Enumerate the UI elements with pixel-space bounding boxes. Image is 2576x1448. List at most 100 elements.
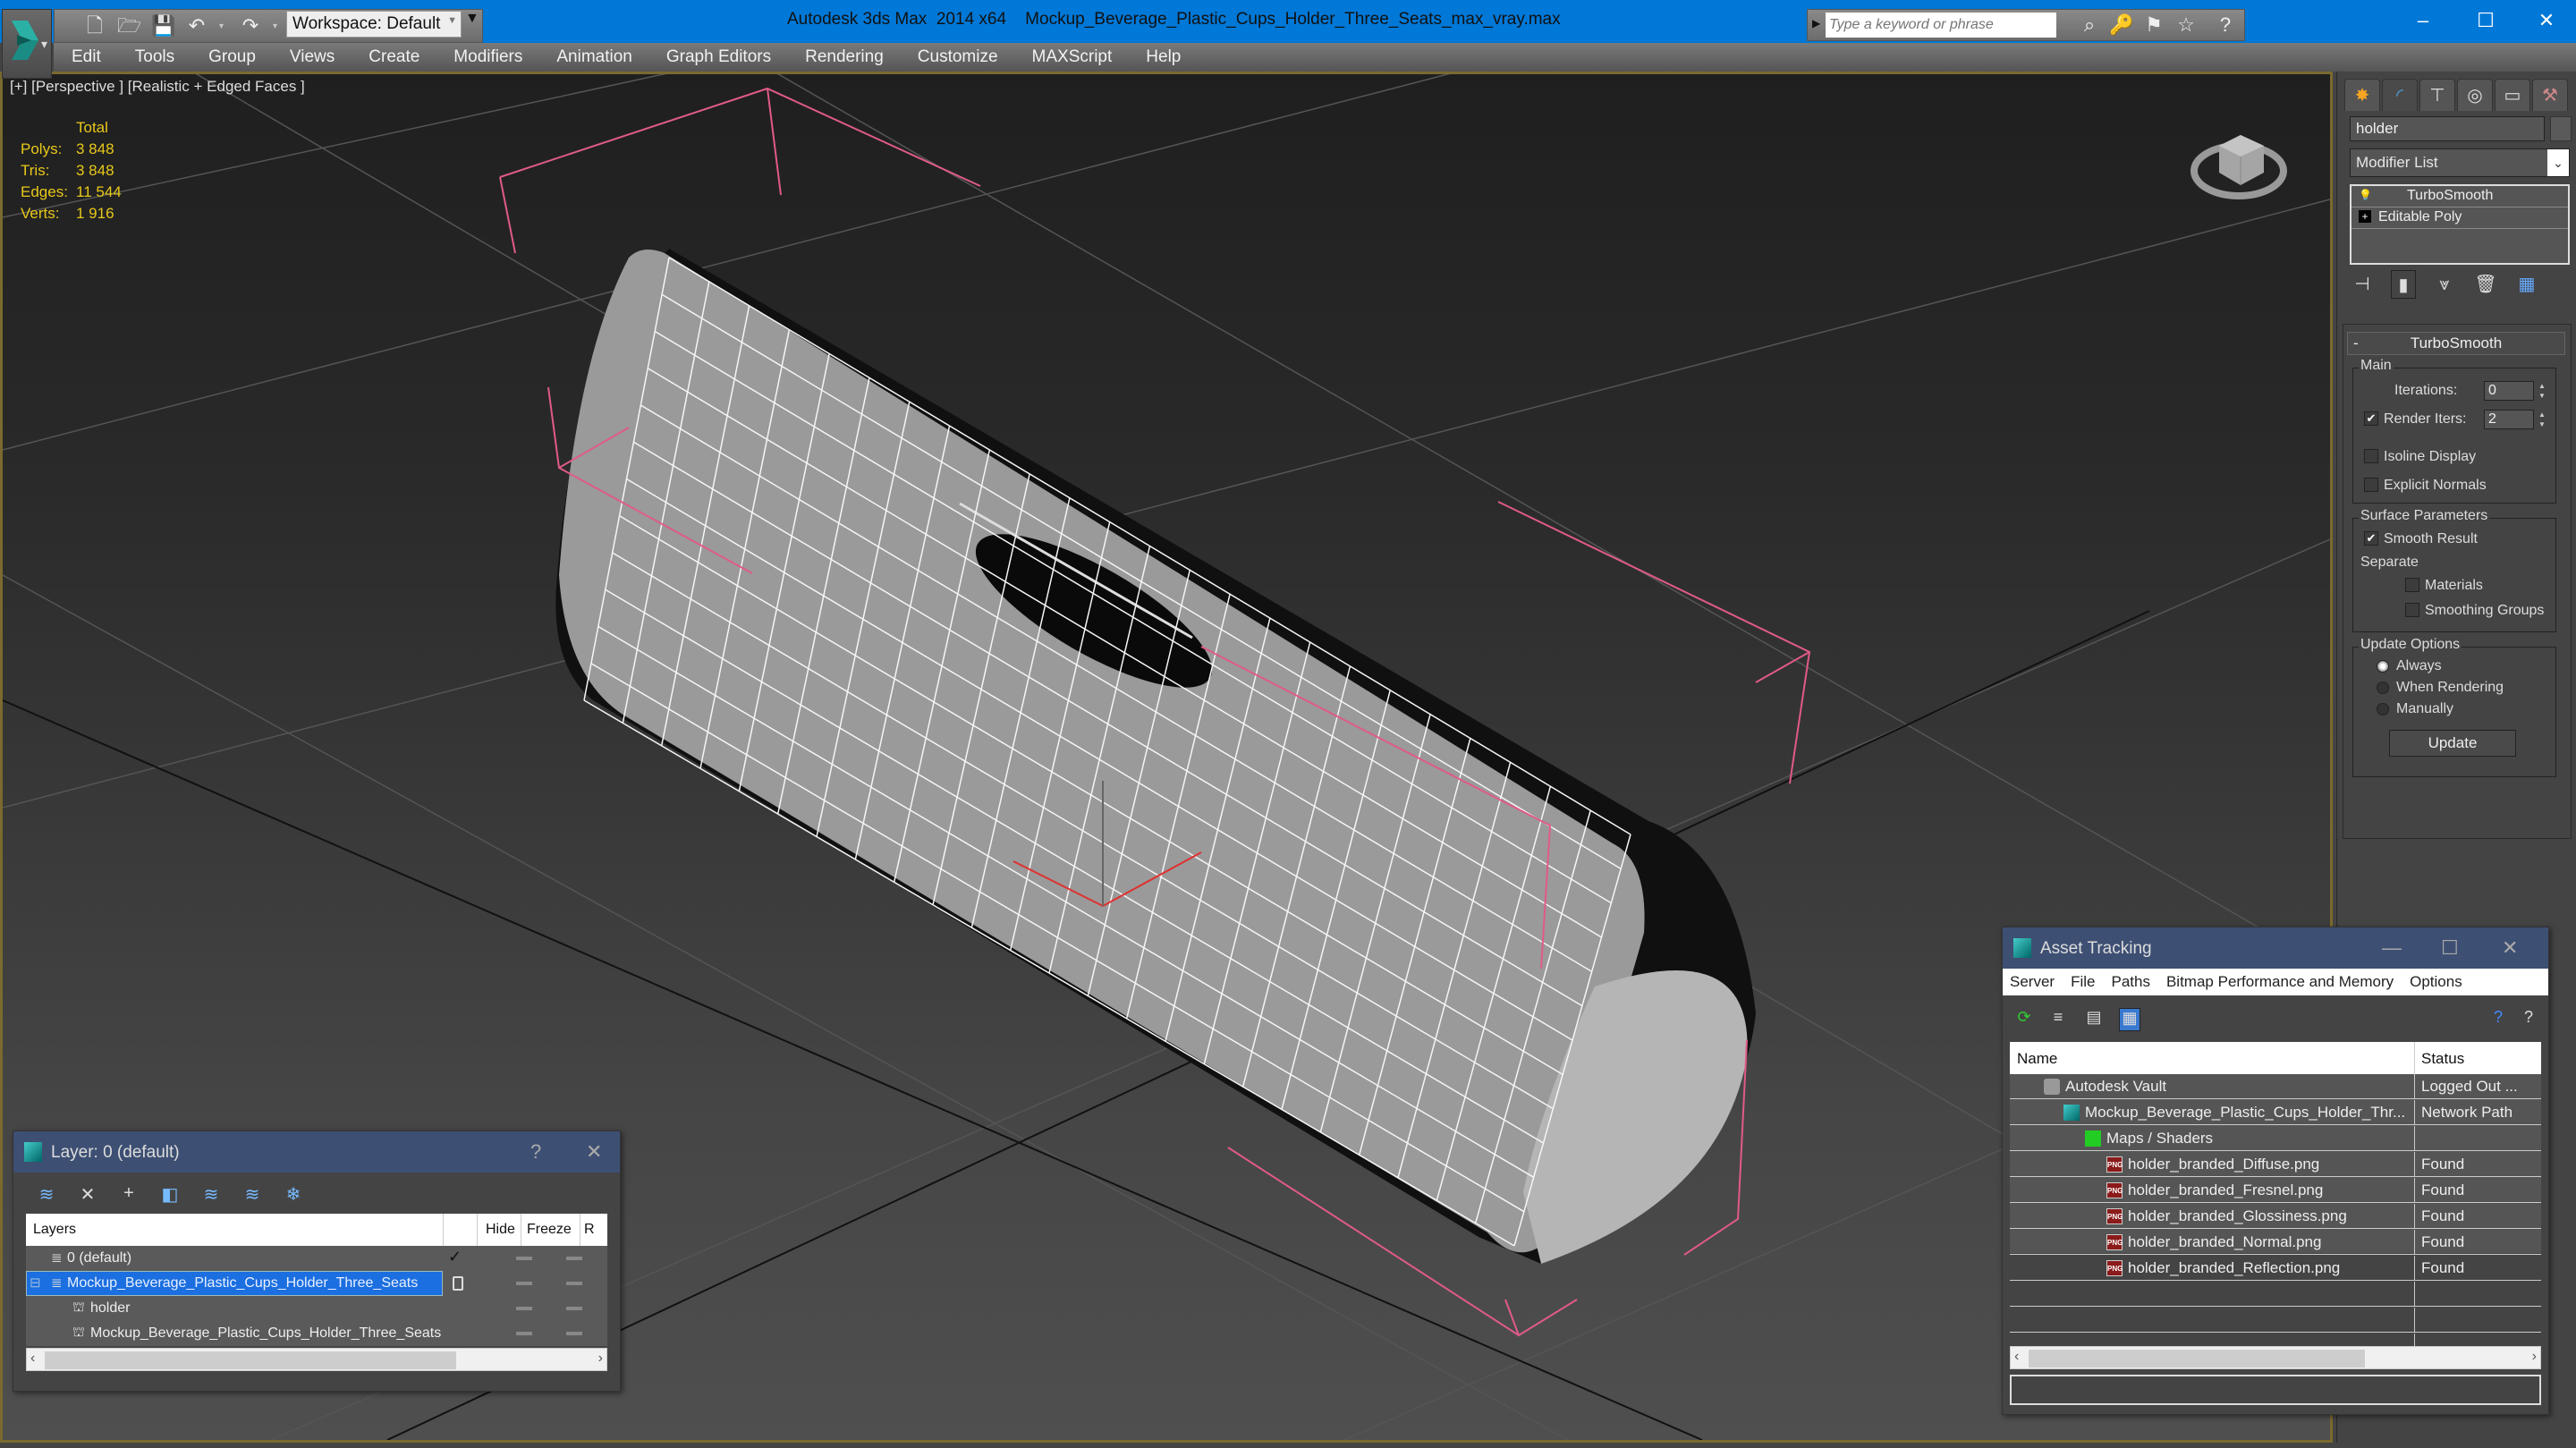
help-button[interactable]: ? xyxy=(530,1140,541,1164)
favorites-star-icon[interactable]: ☆ xyxy=(2173,12,2199,38)
maximize-button[interactable]: ☐ xyxy=(2463,5,2508,36)
menu-group[interactable]: Group xyxy=(208,47,256,67)
minimize-button[interactable]: – xyxy=(2401,5,2445,36)
freeze-unfreeze-all-icon[interactable]: ❄ xyxy=(282,1183,305,1206)
isoline-display-checkbox[interactable] xyxy=(2364,449,2378,463)
menu-create[interactable]: Create xyxy=(369,47,419,67)
menu-animation[interactable]: Animation xyxy=(556,47,632,67)
update-always-radio[interactable] xyxy=(2377,660,2389,673)
utilities-tab-icon[interactable]: ⚒ xyxy=(2532,79,2568,111)
help-icon[interactable]: ? xyxy=(2212,12,2239,38)
viewcube-icon[interactable] xyxy=(2185,110,2301,208)
menu-help[interactable]: Help xyxy=(1146,47,1181,67)
menu-options[interactable]: Options xyxy=(2410,973,2462,991)
binoculars-icon[interactable]: ⌕ xyxy=(2076,12,2103,38)
viewport-label-menu[interactable]: [+] [Perspective ] [Realistic + Edged Fa… xyxy=(10,78,305,96)
separate-materials-checkbox[interactable] xyxy=(2405,578,2419,592)
asset-row[interactable]: Mockup_Beverage_Plastic_Cups_Holder_Thr.… xyxy=(2010,1100,2541,1125)
smooth-result-checkbox[interactable]: ✔ xyxy=(2364,531,2378,546)
list-view-icon[interactable]: ≡ xyxy=(2047,1008,2069,1031)
keyword-search-input[interactable] xyxy=(1826,13,2056,38)
render-iters-checkbox[interactable]: ✔ xyxy=(2364,411,2378,426)
stack-item-turbosmooth[interactable]: 💡 TurboSmooth xyxy=(2351,186,2568,207)
redo-dropdown-icon[interactable]: ▾ xyxy=(273,21,282,31)
object-row[interactable]: ⛫ holder xyxy=(26,1296,607,1321)
update-button[interactable]: Update xyxy=(2389,730,2516,757)
freeze-toggle[interactable] xyxy=(566,1307,582,1310)
asset-row[interactable]: Maps / Shaders xyxy=(2010,1126,2541,1151)
hide-toggle[interactable] xyxy=(516,1282,532,1285)
freeze-toggle[interactable] xyxy=(566,1257,582,1260)
lightbulb-icon[interactable]: 💡 xyxy=(2359,189,2372,201)
maximize-button[interactable]: ☐ xyxy=(2441,936,2459,960)
menu-customize[interactable]: Customize xyxy=(918,47,998,67)
undo-dropdown-icon[interactable]: ▾ xyxy=(219,21,228,31)
table-view-icon[interactable]: ▦ xyxy=(2119,1008,2140,1031)
close-button[interactable]: ✕ xyxy=(2524,5,2569,36)
highlight-selected-layer-icon[interactable]: ≋ xyxy=(199,1183,223,1206)
delete-layer-icon[interactable]: ✕ xyxy=(76,1183,99,1206)
hierarchy-tab-icon[interactable]: ⊤ xyxy=(2419,79,2455,111)
communication-center-icon[interactable]: ⚑ xyxy=(2140,12,2167,38)
key-icon[interactable]: 🔑 xyxy=(2108,12,2135,38)
open-file-icon[interactable]: 🗁 xyxy=(117,14,141,38)
column-name[interactable]: Name xyxy=(2017,1050,2057,1068)
minimize-button[interactable]: — xyxy=(2382,936,2402,960)
current-layer-check-icon[interactable]: ✓ xyxy=(448,1248,462,1266)
menu-file[interactable]: File xyxy=(2071,973,2095,991)
customize-qat-icon[interactable]: ▼ xyxy=(465,11,479,27)
tree-view-icon[interactable]: ▤ xyxy=(2083,1008,2105,1031)
iterations-spinner[interactable]: 0 xyxy=(2484,381,2534,401)
expand-arrow-icon[interactable]: ▶ xyxy=(1812,17,1820,30)
menu-graph-editors[interactable]: Graph Editors xyxy=(666,47,771,67)
update-when-rendering-radio[interactable] xyxy=(2377,682,2389,694)
column-hide[interactable]: Hide xyxy=(486,1222,515,1238)
motion-tab-icon[interactable]: ◎ xyxy=(2457,79,2493,111)
hide-toggle[interactable] xyxy=(516,1307,532,1310)
column-freeze[interactable]: Freeze xyxy=(527,1222,572,1238)
modify-tab-icon[interactable]: ◜ xyxy=(2382,79,2418,111)
collapse-minus-icon[interactable]: ⊟ xyxy=(30,1274,41,1291)
refresh-icon[interactable]: ⟳ xyxy=(2013,1008,2035,1031)
configure-modifier-sets-icon[interactable]: ▦ xyxy=(2514,270,2539,299)
column-status[interactable]: Status xyxy=(2421,1050,2464,1068)
update-manually-radio[interactable] xyxy=(2377,703,2389,716)
pin-stack-icon[interactable]: ⊣ xyxy=(2350,270,2375,299)
new-file-icon[interactable]: 🗋 xyxy=(83,14,106,38)
expand-plus-icon[interactable]: + xyxy=(2359,210,2371,223)
column-render[interactable]: R xyxy=(584,1222,595,1238)
close-button[interactable]: ✕ xyxy=(586,1140,602,1164)
set-current-layer-icon[interactable] xyxy=(453,1276,463,1291)
workspace-dropdown[interactable]: Workspace: Default ▼ xyxy=(286,11,462,38)
asset-row[interactable]: PNG holder_branded_Normal.png Found xyxy=(2010,1230,2541,1255)
modifier-list-dropdown[interactable]: Modifier List ⌄ xyxy=(2350,148,2570,177)
spinner-arrows-icon[interactable]: ▲ ▼ xyxy=(2538,381,2546,401)
spinner-arrows-icon[interactable]: ▲ ▼ xyxy=(2538,410,2546,429)
online-help-icon[interactable]: ? xyxy=(2487,1008,2509,1031)
asset-row[interactable]: Autodesk Vault Logged Out ... xyxy=(2010,1074,2541,1099)
hide-toggle[interactable] xyxy=(516,1257,532,1260)
close-button[interactable]: ✕ xyxy=(2502,936,2518,960)
object-name-field[interactable] xyxy=(2350,116,2545,141)
freeze-toggle[interactable] xyxy=(566,1332,582,1335)
layer-horizontal-scrollbar[interactable]: ‹ › xyxy=(26,1348,607,1371)
hide-unhide-all-icon[interactable]: ≋ xyxy=(241,1183,264,1206)
scroll-right-icon[interactable]: › xyxy=(598,1351,603,1367)
asset-horizontal-scrollbar[interactable]: ‹ › xyxy=(2010,1346,2541,1369)
menu-bitmap-performance[interactable]: Bitmap Performance and Memory xyxy=(2166,973,2394,991)
render-iters-spinner[interactable]: 2 xyxy=(2484,410,2534,429)
turbosmooth-rollout-header[interactable]: - TurboSmooth xyxy=(2347,332,2565,355)
menu-edit[interactable]: Edit xyxy=(72,47,101,67)
show-end-result-icon[interactable]: ▮ xyxy=(2391,270,2416,299)
context-help-icon[interactable]: ? xyxy=(2518,1008,2539,1031)
asset-row[interactable]: PNG holder_branded_Glossiness.png Found xyxy=(2010,1204,2541,1229)
menu-modifiers[interactable]: Modifiers xyxy=(453,47,522,67)
asset-row[interactable]: PNG holder_branded_Reflection.png Found xyxy=(2010,1256,2541,1281)
scroll-left-icon[interactable]: ‹ xyxy=(30,1351,35,1367)
asset-path-field[interactable] xyxy=(2010,1375,2541,1405)
menu-paths[interactable]: Paths xyxy=(2111,973,2149,991)
scroll-left-icon[interactable]: ‹ xyxy=(2014,1349,2019,1365)
asset-dialog-titlebar[interactable]: Asset Tracking — ☐ ✕ xyxy=(2003,927,2548,969)
separate-smoothing-groups-checkbox[interactable] xyxy=(2405,603,2419,617)
select-objects-in-layer-icon[interactable]: ◧ xyxy=(158,1183,182,1206)
